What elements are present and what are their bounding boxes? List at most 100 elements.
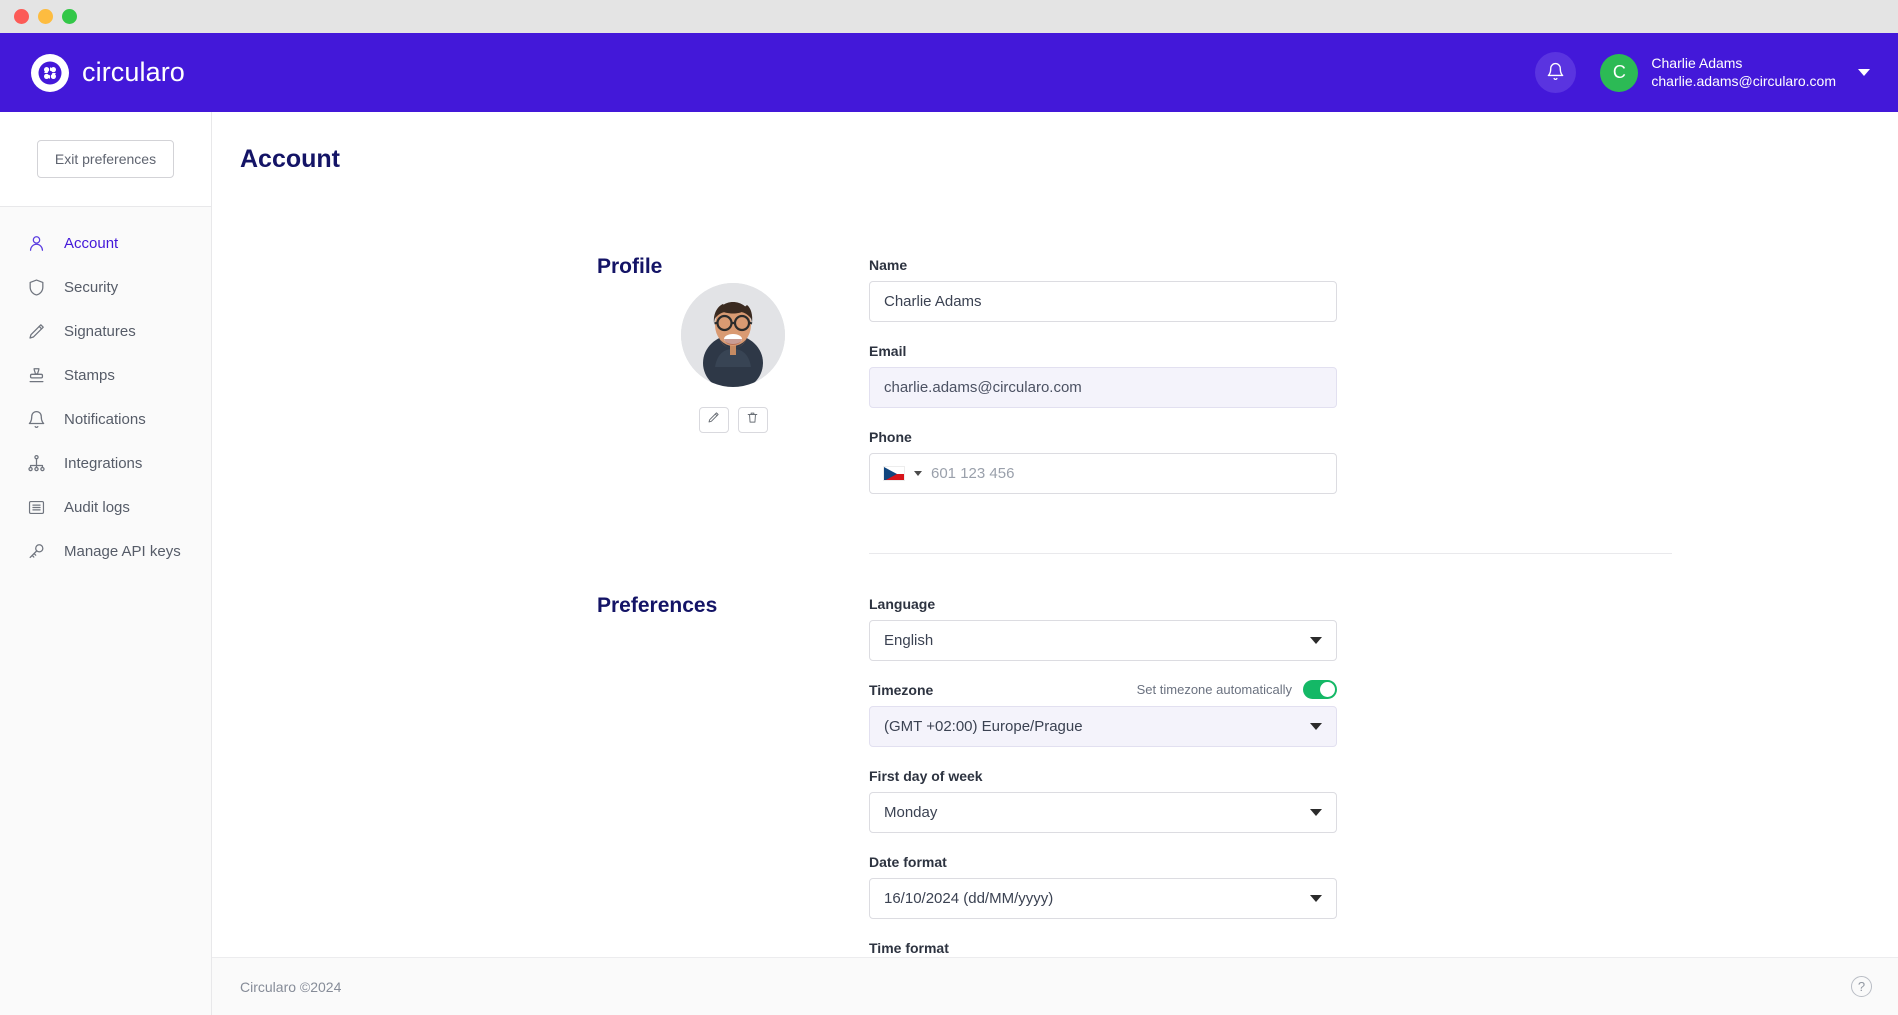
phone-input-wrapper[interactable]: 601 123 456 xyxy=(869,453,1337,494)
avatar: C xyxy=(1600,53,1639,92)
sidebar-item-signatures[interactable]: Signatures xyxy=(0,309,211,353)
sidebar-nav: Account Security Signatures Stamps Notif… xyxy=(0,207,211,1015)
user-info: Charlie Adams charlie.adams@circularo.co… xyxy=(1651,55,1836,91)
sidebar-header: Exit preferences xyxy=(0,112,211,207)
timezone-field-group: Timezone Set timezone automatically (GMT… xyxy=(869,680,1337,747)
timezone-auto-label: Set timezone automatically xyxy=(1136,682,1292,697)
photo-actions xyxy=(698,407,768,433)
chevron-down-icon xyxy=(1310,895,1322,902)
language-field-group: Language English xyxy=(869,594,1337,661)
sidebar-item-notifications[interactable]: Notifications xyxy=(0,397,211,441)
sidebar-item-integrations[interactable]: Integrations xyxy=(0,441,211,485)
window-close-button[interactable] xyxy=(14,9,29,24)
window-minimize-button[interactable] xyxy=(38,9,53,24)
question-mark-icon[interactable]: ? xyxy=(1851,976,1872,997)
timezone-auto-toggle[interactable] xyxy=(1303,680,1337,699)
first-day-select[interactable]: Monday xyxy=(869,792,1337,833)
date-format-value: 16/10/2024 (dd/MM/yyyy) xyxy=(884,890,1054,907)
circularo-logo-icon xyxy=(31,53,69,92)
footer: Circularo ©2024 ? xyxy=(212,957,1898,1015)
name-label: Name xyxy=(869,256,908,273)
preferences-spacer xyxy=(597,594,869,957)
preferences-section-title: Preferences xyxy=(597,594,718,617)
chevron-down-icon xyxy=(1310,723,1322,730)
sidebar-item-security[interactable]: Security xyxy=(0,265,211,309)
timezone-value: (GMT +02:00) Europe/Prague xyxy=(884,718,1083,735)
first-day-field-group: First day of week Monday xyxy=(869,766,1337,833)
timezone-auto-group: Set timezone automatically xyxy=(1137,680,1337,699)
time-format-field-group: Time format 1:54 PM (h:mm a) xyxy=(869,938,1337,957)
language-value: English xyxy=(884,632,934,649)
list-icon xyxy=(25,496,47,518)
sidebar-item-audit-logs[interactable]: Audit logs xyxy=(0,485,211,529)
chevron-down-icon xyxy=(1310,809,1322,816)
header-right-group: C Charlie Adams charlie.adams@circularo.… xyxy=(1535,52,1870,93)
brand-logo[interactable]: circularo xyxy=(31,53,185,92)
sidebar-item-account[interactable]: Account xyxy=(0,221,211,265)
window-maximize-button[interactable] xyxy=(62,9,77,24)
date-format-select[interactable]: 16/10/2024 (dd/MM/yyyy) xyxy=(869,878,1337,919)
sitemap-icon xyxy=(25,452,47,474)
email-input: charlie.adams@circularo.com xyxy=(869,367,1337,408)
chevron-down-icon xyxy=(1310,637,1322,644)
window-titlebar xyxy=(0,0,1898,33)
user-email: charlie.adams@circularo.com xyxy=(1651,73,1836,89)
preferences-section: Preferences Language English Timezone Se… xyxy=(212,594,1898,957)
sidebar: Exit preferences Account Security Signat… xyxy=(0,112,212,1015)
user-menu[interactable]: C Charlie Adams charlie.adams@circularo.… xyxy=(1600,53,1870,92)
brand-name: circularo xyxy=(82,57,185,87)
sidebar-item-label: Security xyxy=(64,278,119,296)
trash-icon xyxy=(746,411,759,429)
sidebar-item-label: Account xyxy=(64,234,119,252)
name-input[interactable]: Charlie Adams xyxy=(869,281,1337,322)
timezone-label: Timezone xyxy=(869,681,934,698)
settings-content: Profile Name Charlie Adams Email charlie… xyxy=(212,207,1898,957)
sidebar-item-stamps[interactable]: Stamps xyxy=(0,353,211,397)
sidebar-item-manage-api-keys[interactable]: Manage API keys xyxy=(0,529,211,573)
profile-photo-block xyxy=(597,255,869,513)
exit-preferences-button[interactable]: Exit preferences xyxy=(36,140,175,178)
sidebar-item-label: Integrations xyxy=(64,454,143,472)
email-label: Email xyxy=(869,342,907,359)
user-icon xyxy=(25,232,47,254)
profile-section-title: Profile xyxy=(597,255,663,278)
key-icon xyxy=(25,540,47,562)
timezone-select[interactable]: (GMT +02:00) Europe/Prague xyxy=(869,706,1337,747)
sidebar-item-label: Manage API keys xyxy=(64,542,181,560)
main-content: Account Profile Name Charlie Adams Email… xyxy=(212,112,1898,1015)
country-chevron-down-icon[interactable] xyxy=(914,471,922,476)
profile-fields: Name Charlie Adams Email charlie.adams@c… xyxy=(869,255,1337,513)
profile-section: Profile Name Charlie Adams Email charlie… xyxy=(212,255,1898,513)
edit-photo-button[interactable] xyxy=(698,407,729,433)
first-day-label: First day of week xyxy=(869,767,983,784)
sidebar-item-label: Notifications xyxy=(64,410,146,428)
copyright-text: Circularo ©2024 xyxy=(240,978,342,995)
page-header: Account xyxy=(212,112,1898,207)
user-name: Charlie Adams xyxy=(1651,54,1743,71)
date-format-label: Date format xyxy=(869,853,947,870)
page-title: Account xyxy=(240,145,340,173)
stamp-icon xyxy=(25,364,47,386)
app-header: circularo C Charlie Adams charlie.adams@… xyxy=(0,33,1898,112)
email-field-group: Email charlie.adams@circularo.com xyxy=(869,341,1337,408)
section-divider xyxy=(869,553,1672,554)
bell-icon xyxy=(1546,62,1565,84)
sidebar-item-label: Signatures xyxy=(64,322,136,340)
name-field-group: Name Charlie Adams xyxy=(869,255,1337,322)
profile-photo[interactable] xyxy=(681,283,785,387)
pencil-icon xyxy=(25,320,47,342)
preferences-fields: Language English Timezone Set timezone a… xyxy=(869,594,1337,957)
sidebar-item-label: Audit logs xyxy=(64,498,130,516)
notifications-button[interactable] xyxy=(1535,52,1577,93)
chevron-down-icon xyxy=(1858,69,1870,76)
delete-photo-button[interactable] xyxy=(737,407,768,433)
date-format-field-group: Date format 16/10/2024 (dd/MM/yyyy) xyxy=(869,852,1337,919)
body-wrapper: Exit preferences Account Security Signat… xyxy=(0,112,1898,1015)
bell-icon xyxy=(25,408,47,430)
flag-cz-icon[interactable] xyxy=(883,466,905,481)
language-select[interactable]: English xyxy=(869,620,1337,661)
phone-field-group: Phone 601 123 456 xyxy=(869,427,1337,494)
first-day-value: Monday xyxy=(884,804,938,821)
time-format-label: Time format xyxy=(869,939,949,956)
language-label: Language xyxy=(869,595,936,612)
